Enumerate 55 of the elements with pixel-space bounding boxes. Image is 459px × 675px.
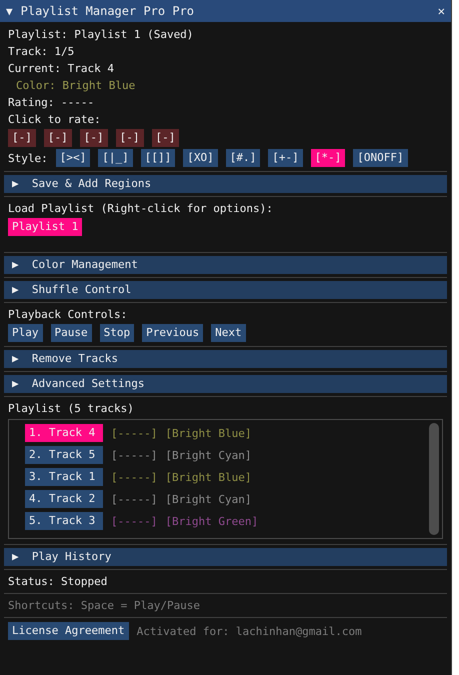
track-button[interactable]: 5. Track 3 (25, 512, 103, 530)
style-button[interactable]: [|_] (98, 149, 133, 167)
color-label: Color: Bright Blue (15, 78, 136, 94)
style-label: Style: (8, 152, 48, 164)
track-button[interactable]: 2. Track 5 (25, 446, 103, 464)
tracks-label: Playlist (5 tracks) (7, 401, 135, 417)
style-button[interactable]: [#.] (226, 149, 260, 167)
rate-button[interactable]: [-] (80, 129, 108, 147)
track-count: Track: 1/5 (7, 44, 76, 60)
track-color: [Bright Cyan] (165, 448, 252, 462)
load-playlist-label: Load Playlist (Right-click for options): (7, 201, 274, 217)
rate-button[interactable]: [-] (152, 129, 180, 147)
section-header[interactable]: ▶ Color Management (4, 256, 447, 274)
style-button[interactable]: [XO] (183, 149, 218, 167)
license-button[interactable]: License Agreement (8, 622, 129, 640)
track-rating: [-----] (111, 470, 158, 484)
track-color: [Bright Blue] (165, 426, 252, 440)
rate-button[interactable]: [-] (116, 129, 144, 147)
playback-button[interactable]: Play (8, 324, 42, 342)
current-track: Current: Track 4 (7, 61, 115, 77)
rate-label: Click to rate: (7, 112, 102, 128)
track-button[interactable]: 4. Track 2 (25, 490, 103, 508)
playback-button[interactable]: Previous (142, 324, 204, 342)
window-title: Playlist Manager Pro Pro (20, 4, 196, 18)
collapse-toggle[interactable]: ▼ (6, 4, 13, 18)
style-button[interactable]: [><] (56, 149, 90, 167)
rate-button[interactable]: [-] (44, 129, 72, 147)
rate-button[interactable]: [-] (8, 129, 36, 147)
section-header[interactable]: ▶ Play History (4, 548, 447, 566)
track-color: [Bright Green] (165, 514, 258, 528)
shortcuts-text: Shortcuts: Space = Play/Pause (7, 598, 202, 614)
style-button[interactable]: [+-] (268, 149, 303, 167)
track-color: [Bright Blue] (165, 470, 252, 484)
section-header[interactable]: ▶ Remove Tracks (4, 350, 447, 368)
section-header[interactable]: ▶ Shuffle Control (4, 281, 447, 299)
activation-text: Activated for: lachinhan@gmail.com (136, 624, 362, 638)
playback-label: Playback Controls: (7, 307, 128, 323)
style-button[interactable]: [[]] (140, 149, 176, 167)
track-button[interactable]: 3. Track 1 (25, 468, 103, 486)
playback-button[interactable]: Stop (100, 324, 134, 342)
playback-button[interactable]: Pause (50, 324, 92, 342)
status-text: Status: Stopped (7, 574, 108, 590)
playlist-label: Playlist: Playlist 1 (Saved) (7, 27, 194, 43)
track-rating: [-----] (111, 448, 158, 462)
playback-button[interactable]: Next (211, 324, 246, 342)
style-button[interactable]: [ONOFF] (353, 149, 408, 167)
track-rating: [-----] (111, 426, 158, 440)
rating-label: Rating: ----- (7, 95, 96, 111)
track-rating: [-----] (111, 492, 158, 506)
section-header[interactable]: ▶ Advanced Settings (4, 375, 447, 393)
track-color: [Bright Cyan] (165, 492, 252, 506)
track-rating: [-----] (111, 514, 158, 528)
close-button[interactable]: ✕ (438, 4, 445, 18)
scrollbar[interactable] (429, 423, 439, 535)
section-header[interactable]: ▶ Save & Add Regions (4, 175, 447, 193)
